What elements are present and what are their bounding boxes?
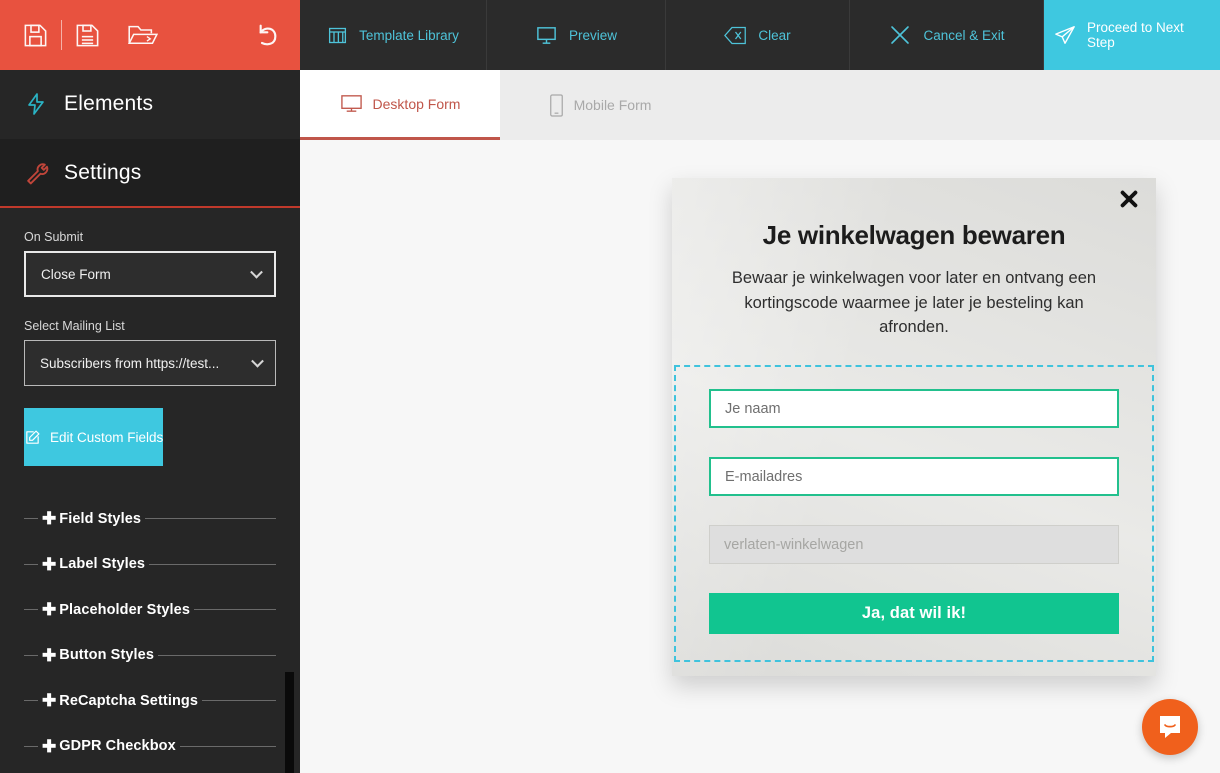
open-folder-icon[interactable] bbox=[127, 20, 158, 51]
style-accordion-list: ✚ Field Styles ✚ Label Styles ✚ Placehol… bbox=[24, 496, 276, 769]
top-item-label: Template Library bbox=[359, 27, 459, 43]
top-toolbar: Template Library Preview Clear Cancel & … bbox=[300, 0, 1220, 70]
cancel-exit-button[interactable]: Cancel & Exit bbox=[850, 0, 1044, 70]
tag-field[interactable]: verlaten-winkelwagen bbox=[709, 525, 1119, 565]
accordion-label: Label Styles bbox=[59, 556, 146, 573]
accordion-button-styles[interactable]: ✚ Button Styles bbox=[24, 633, 276, 679]
plus-icon: ✚ bbox=[42, 554, 57, 574]
accordion-rule-right bbox=[179, 745, 276, 747]
close-icon[interactable] bbox=[1114, 184, 1144, 214]
tab-desktop-form[interactable]: Desktop Form bbox=[300, 70, 500, 140]
sidebar-item-label: Elements bbox=[64, 92, 154, 115]
tab-mobile-form[interactable]: Mobile Form bbox=[500, 70, 700, 140]
settings-panel: On Submit Close Form Select Mailing List… bbox=[0, 208, 300, 769]
accordion-field-styles[interactable]: ✚ Field Styles bbox=[24, 496, 276, 542]
popup-title: Je winkelwagen bewaren bbox=[762, 220, 1066, 250]
mailing-list-label: Select Mailing List bbox=[24, 319, 125, 333]
accordion-rule-left bbox=[24, 745, 38, 747]
pencil-edit-icon bbox=[24, 429, 41, 446]
preview-button[interactable]: Preview bbox=[487, 0, 666, 70]
accordion-recaptcha-settings[interactable]: ✚ ReCaptcha Settings bbox=[24, 678, 276, 724]
edit-custom-fields-button[interactable]: Edit Custom Fields bbox=[24, 408, 164, 466]
plus-icon: ✚ bbox=[42, 509, 57, 529]
lightning-bolt-icon bbox=[24, 91, 58, 117]
on-submit-label: On Submit bbox=[24, 230, 84, 244]
accordion-rule-right bbox=[194, 609, 276, 611]
tag-field-placeholder: verlaten-winkelwagen bbox=[724, 536, 864, 553]
desktop-monitor-icon bbox=[340, 92, 363, 115]
accordion-rule-left bbox=[24, 609, 38, 611]
accordion-rule-right bbox=[202, 700, 276, 702]
accordion-label: GDPR Checkbox bbox=[59, 738, 176, 755]
form-canvas: Je winkelwagen bewaren Bewaar je winkelw… bbox=[300, 140, 1220, 773]
chevron-down-icon bbox=[250, 265, 263, 279]
preview-monitor-icon bbox=[535, 24, 558, 47]
close-x-icon bbox=[888, 23, 912, 47]
name-field[interactable]: Je naam bbox=[709, 389, 1119, 429]
accordion-rule-right bbox=[149, 563, 276, 565]
chevron-down-icon bbox=[251, 354, 264, 368]
proceed-next-step-button[interactable]: Proceed to Next Step bbox=[1044, 0, 1220, 70]
sidebar-scrollbar[interactable] bbox=[285, 672, 294, 773]
form-type-tabs: Desktop Form Mobile Form bbox=[300, 70, 1220, 140]
wrench-icon bbox=[24, 160, 58, 186]
edit-custom-fields-label: Edit Custom Fields bbox=[50, 429, 164, 445]
form-builder-app: Elements Settings On Submit Close Form S… bbox=[0, 0, 1220, 773]
template-library-icon bbox=[327, 25, 348, 46]
top-item-label: Clear bbox=[758, 27, 791, 43]
top-item-label: Preview bbox=[568, 27, 617, 43]
sidebar-item-elements[interactable]: Elements bbox=[0, 70, 300, 139]
mailing-list-value: Subscribers from https://test... bbox=[40, 355, 220, 371]
mailing-list-select[interactable]: Subscribers from https://test... bbox=[24, 340, 276, 386]
accordion-label: Field Styles bbox=[59, 510, 142, 527]
plus-icon: ✚ bbox=[42, 645, 57, 665]
accordion-label-styles[interactable]: ✚ Label Styles bbox=[24, 542, 276, 588]
save-icon[interactable] bbox=[22, 22, 49, 49]
intercom-chat-icon[interactable] bbox=[1142, 699, 1198, 755]
accordion-placeholder-styles[interactable]: ✚ Placeholder Styles bbox=[24, 587, 276, 633]
accordion-label: Placeholder Styles bbox=[59, 601, 190, 618]
save-toolbar bbox=[0, 0, 300, 70]
mobile-phone-icon bbox=[549, 93, 564, 117]
accordion-rule-right bbox=[145, 518, 276, 520]
accordion-label: Button Styles bbox=[59, 647, 154, 664]
form-fields-selection-zone[interactable]: Je naam E-mailadres verlaten-winkelwagen… bbox=[674, 365, 1154, 663]
sidebar-item-settings[interactable]: Settings bbox=[0, 139, 300, 208]
name-field-placeholder: Je naam bbox=[725, 400, 781, 417]
accordion-gdpr-checkbox[interactable]: ✚ GDPR Checkbox bbox=[24, 724, 276, 770]
popup-header: Je winkelwagen bewaren Bewaar je winkelw… bbox=[672, 178, 1156, 339]
accordion-rule-left bbox=[24, 518, 38, 520]
top-item-label: Proceed to Next Step bbox=[1087, 20, 1184, 50]
template-library-button[interactable]: Template Library bbox=[300, 0, 487, 70]
email-field[interactable]: E-mailadres bbox=[709, 457, 1119, 497]
tab-label: Mobile Form bbox=[573, 97, 652, 113]
paper-plane-icon bbox=[1054, 24, 1076, 46]
accordion-rule-right bbox=[158, 654, 276, 656]
sidebar-item-label: Settings bbox=[64, 160, 142, 184]
popup-form-preview: Je winkelwagen bewaren Bewaar je winkelw… bbox=[672, 178, 1156, 676]
clear-button[interactable]: Clear bbox=[666, 0, 850, 70]
on-submit-select[interactable]: Close Form bbox=[24, 251, 276, 297]
on-submit-value: Close Form bbox=[41, 266, 111, 282]
accordion-rule-left bbox=[24, 563, 38, 565]
accordion-rule-left bbox=[24, 654, 38, 656]
plus-icon: ✚ bbox=[42, 600, 57, 620]
popup-subtitle: Bewaar je winkelwagen voor later en ontv… bbox=[731, 269, 1097, 336]
accordion-label: ReCaptcha Settings bbox=[59, 692, 199, 709]
plus-icon: ✚ bbox=[42, 691, 57, 711]
tab-label: Desktop Form bbox=[372, 95, 461, 112]
toolbar-divider bbox=[61, 20, 62, 50]
save-as-icon[interactable] bbox=[74, 22, 101, 49]
submit-button[interactable]: Ja, dat wil ik! bbox=[709, 593, 1119, 635]
sidebar: Elements Settings On Submit Close Form S… bbox=[0, 0, 300, 773]
top-item-label: Cancel & Exit bbox=[923, 27, 1005, 43]
plus-icon: ✚ bbox=[42, 736, 57, 756]
undo-icon[interactable] bbox=[250, 19, 282, 51]
accordion-rule-left bbox=[24, 700, 38, 702]
email-field-placeholder: E-mailadres bbox=[725, 468, 803, 485]
clear-icon bbox=[724, 25, 747, 46]
